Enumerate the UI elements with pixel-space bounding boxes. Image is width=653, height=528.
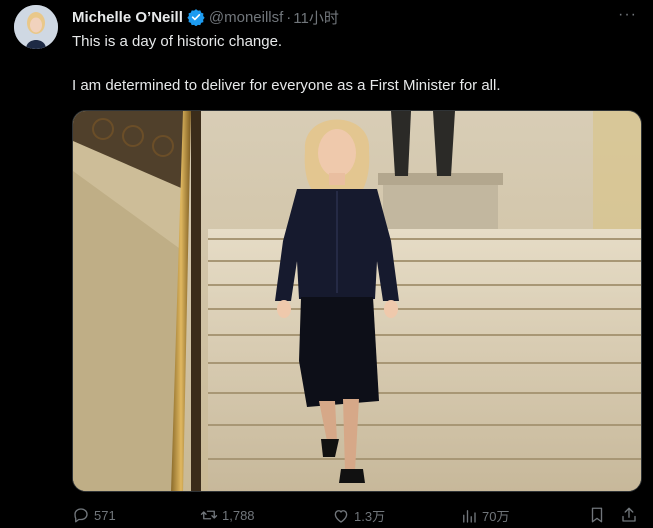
like-count: 1.3万 xyxy=(354,509,386,524)
bookmark-button[interactable] xyxy=(588,506,606,524)
bookmark-icon xyxy=(591,507,603,523)
retweet-count: 1,788 xyxy=(222,507,255,523)
retweet-button[interactable]: 1,788 xyxy=(200,506,255,524)
heart-icon xyxy=(334,509,348,523)
share-icon xyxy=(622,507,636,522)
views-icon xyxy=(463,509,476,523)
tweet-header: Michelle O’Neill @moneillsf · 11小时 ··· xyxy=(72,6,637,28)
author-name[interactable]: Michelle O’Neill xyxy=(72,9,183,26)
share-button[interactable] xyxy=(620,506,638,524)
tweet-photo[interactable] xyxy=(72,110,642,492)
tweet-actions: 571 1,788 1.3万 70万 xyxy=(72,506,643,528)
photo-woman-on-staircase xyxy=(73,111,641,491)
header-separator: · xyxy=(286,8,292,26)
avatar-image xyxy=(14,5,58,49)
more-options-icon[interactable]: ··· xyxy=(618,6,637,24)
reply-count: 571 xyxy=(94,507,116,523)
views-button[interactable]: 70万 xyxy=(460,506,509,525)
retweet-icon xyxy=(200,510,218,520)
avatar[interactable] xyxy=(14,5,58,49)
verified-badge-icon xyxy=(187,8,205,27)
like-button[interactable]: 1.3万 xyxy=(332,506,385,525)
author-handle[interactable]: @moneillsf xyxy=(209,9,283,26)
tweet-text-line-1: This is a day of historic change. xyxy=(72,33,283,50)
tweet-text-line-2: I am determined to deliver for everyone … xyxy=(72,77,501,94)
views-count: 70万 xyxy=(482,509,510,524)
tweet-timestamp[interactable]: 11小时 xyxy=(293,7,339,28)
reply-button[interactable]: 571 xyxy=(72,506,116,524)
reply-icon xyxy=(74,508,88,523)
